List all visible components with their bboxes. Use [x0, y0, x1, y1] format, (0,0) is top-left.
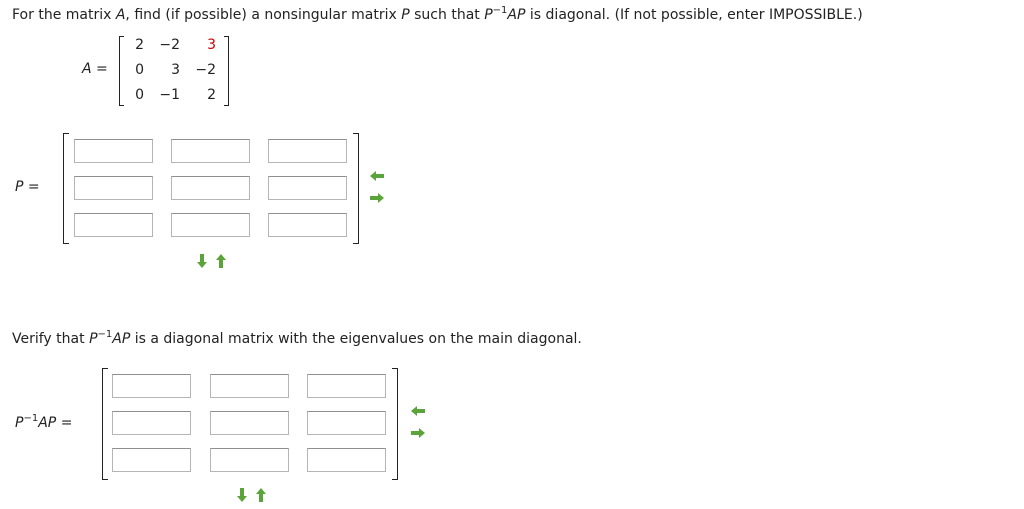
remove-row-button[interactable] — [213, 253, 229, 269]
matrix-d-input[interactable] — [112, 374, 191, 398]
matrix-a-label: A = — [82, 61, 108, 77]
add-column-button[interactable] — [410, 425, 426, 441]
matrix-d-right-bracket — [392, 368, 398, 480]
matrix-p-equals: = — [27, 179, 40, 195]
exponent: −1 — [492, 5, 508, 16]
matrix-p-input[interactable] — [74, 139, 153, 163]
matrix-a-cell-highlighted: 3 — [207, 37, 216, 53]
matrix-a-right-bracket — [224, 36, 229, 106]
matrix-d-input[interactable] — [112, 448, 191, 472]
var-a: A — [115, 7, 126, 23]
matrix-a-cell: 0 — [135, 62, 144, 78]
matrix-d-input[interactable] — [210, 374, 289, 398]
remove-column-button[interactable] — [410, 403, 426, 419]
matrix-a-cell: 2 — [135, 37, 144, 53]
p-base: P — [89, 331, 98, 347]
question-pre: For the matrix — [12, 7, 116, 23]
arrow-down-icon — [237, 488, 247, 502]
matrix-d-input[interactable] — [112, 411, 191, 435]
matrix-a-cell: −1 — [159, 87, 180, 103]
exponent: −1 — [97, 329, 113, 340]
add-row-button[interactable] — [234, 487, 250, 503]
matrix-d-input[interactable] — [210, 411, 289, 435]
matrix-p-input[interactable] — [171, 139, 250, 163]
question-mid2: such that — [409, 7, 485, 23]
remove-row-button[interactable] — [253, 487, 269, 503]
arrow-right-icon — [370, 193, 384, 203]
matrix-a-cell: −2 — [195, 62, 216, 78]
arrow-down-icon — [197, 254, 207, 268]
verify-pre: Verify that — [12, 331, 90, 347]
matrix-p-input[interactable] — [268, 139, 347, 163]
matrix-d-input[interactable] — [307, 448, 386, 472]
arrow-left-icon — [411, 406, 425, 416]
arrow-up-icon — [216, 254, 226, 268]
matrix-d-input[interactable] — [307, 411, 386, 435]
p-base: P — [484, 7, 493, 23]
matrix-p-right-bracket — [353, 133, 359, 244]
matrix-d-var-rest: AP — [38, 415, 57, 431]
exponent: −1 — [23, 413, 39, 424]
matrix-d-left-bracket — [102, 368, 108, 480]
matrix-a-var: A — [82, 61, 92, 77]
matrix-d-input[interactable] — [307, 374, 386, 398]
verify-text: Verify that P−1AP is a diagonal matrix w… — [12, 329, 582, 347]
matrix-p-left-bracket — [63, 133, 69, 244]
matrix-p-input[interactable] — [171, 213, 250, 237]
matrix-a-equals: = — [96, 61, 108, 77]
matrix-p-input[interactable] — [171, 176, 250, 200]
matrix-a-cell: −2 — [159, 37, 180, 53]
matrix-d-equals: = — [60, 415, 73, 431]
matrix-a-cell: 3 — [171, 62, 180, 78]
matrix-p-input[interactable] — [268, 213, 347, 237]
ap-text: AP — [112, 331, 131, 347]
arrow-up-icon — [256, 488, 266, 502]
var-p: P — [401, 7, 410, 23]
remove-column-button[interactable] — [369, 168, 385, 184]
question-mid1: , find (if possible) a nonsingular matri… — [125, 7, 402, 23]
question-text: For the matrix A, find (if possible) a n… — [12, 5, 863, 23]
matrix-a-cell: 2 — [207, 87, 216, 103]
question-post: is diagonal. (If not possible, enter IMP… — [525, 7, 863, 23]
arrow-right-icon — [411, 428, 425, 438]
matrix-a-cell: 0 — [135, 87, 144, 103]
matrix-d-input[interactable] — [210, 448, 289, 472]
matrix-d-label: P−1AP = — [15, 413, 72, 431]
matrix-p-input[interactable] — [268, 176, 347, 200]
add-row-button[interactable] — [194, 253, 210, 269]
matrix-p-label: P = — [15, 179, 40, 195]
matrix-p-input[interactable] — [74, 176, 153, 200]
verify-post: is a diagonal matrix with the eigenvalue… — [130, 331, 582, 347]
ap-text: AP — [507, 7, 526, 23]
matrix-p-var: P — [15, 179, 24, 195]
matrix-p-input[interactable] — [74, 213, 153, 237]
add-column-button[interactable] — [369, 190, 385, 206]
arrow-left-icon — [370, 171, 384, 181]
